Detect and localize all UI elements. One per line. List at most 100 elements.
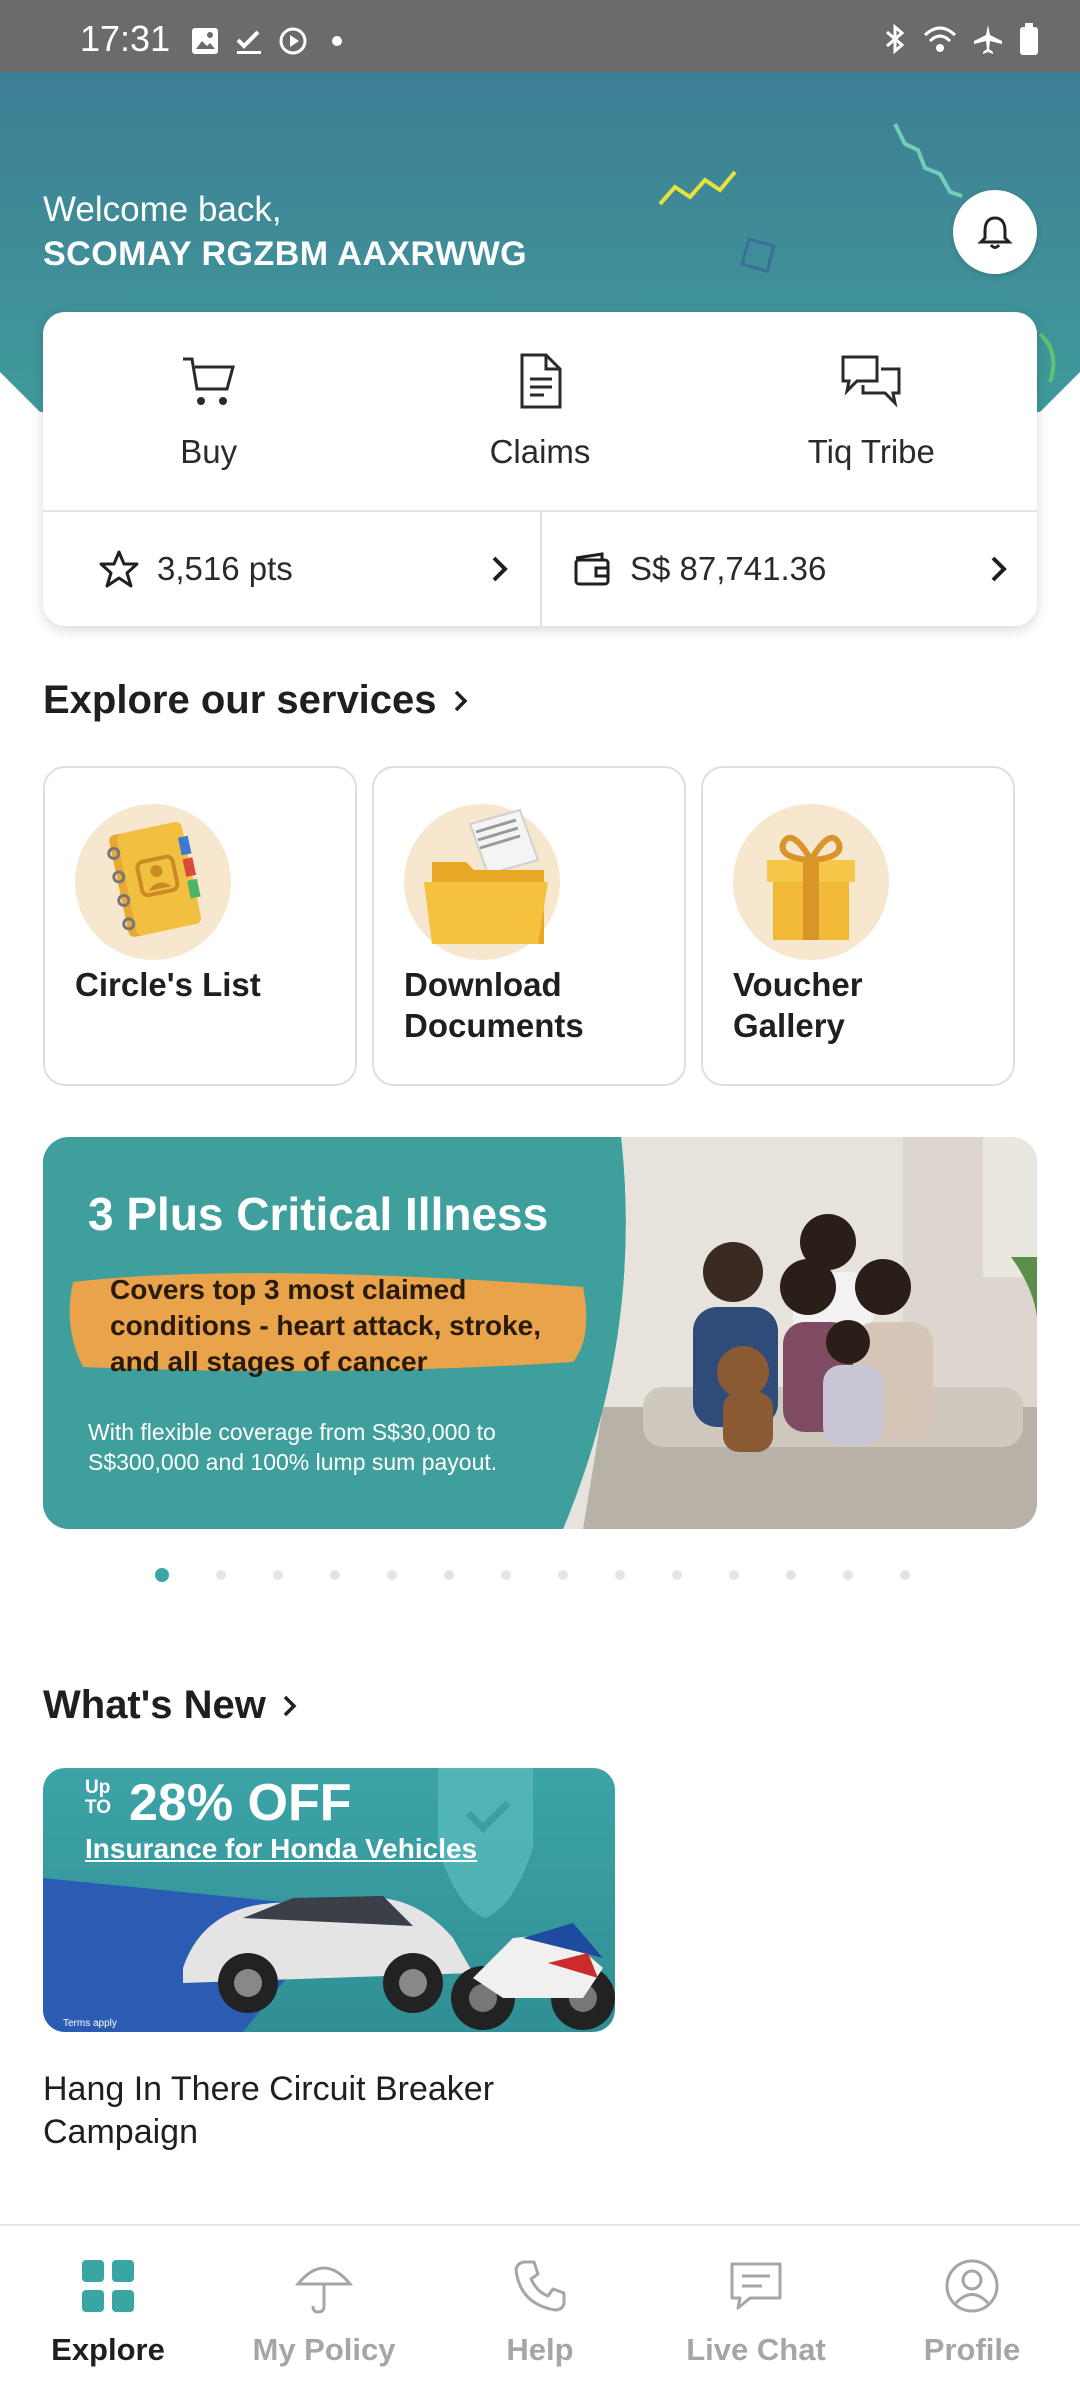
address-book-icon — [107, 822, 201, 937]
carousel-dot[interactable] — [501, 1570, 511, 1580]
promo-up-to: Up TO — [85, 1778, 111, 1818]
claims-label: Claims — [489, 433, 591, 470]
promo-discount: 28% OFF — [129, 1774, 352, 1832]
whats-new-caption[interactable]: Hang In There Circuit Breaker Campaign — [43, 2068, 603, 2154]
star-icon — [99, 550, 139, 588]
chevron-right-icon — [283, 1695, 297, 1716]
promo-subtitle: Insurance for Honda Vehicles — [85, 1833, 478, 1864]
nav-explore[interactable]: Explore — [0, 2226, 216, 2402]
promo-up: Up — [85, 1777, 111, 1798]
banner-subtext-line: With flexible coverage from S$30,000 to — [88, 1419, 496, 1445]
carousel-indicator[interactable] — [155, 1568, 910, 1582]
umbrella-icon — [294, 2266, 354, 2314]
service-label-line2: Gallery — [733, 1007, 845, 1044]
service-icon-bg — [75, 804, 231, 960]
dot-icon — [332, 36, 342, 46]
tiq-tribe-button[interactable]: Tiq Tribe — [706, 312, 1037, 510]
wallet-value: S$ 87,741.36 — [630, 550, 827, 587]
nav-label: Profile — [923, 2332, 1021, 2367]
nav-my-policy[interactable]: My Policy — [216, 2226, 432, 2402]
buy-label: Buy — [180, 433, 238, 470]
promo-banner-carousel[interactable]: 3 Plus Critical Illness Covers top 3 mos… — [43, 1137, 1037, 1529]
profile-icon — [945, 2259, 999, 2313]
notification-button[interactable] — [953, 190, 1037, 274]
chevron-right-icon — [454, 690, 468, 711]
nav-label: Explore — [51, 2332, 165, 2367]
nav-label: My Policy — [252, 2332, 396, 2367]
buy-button[interactable]: Buy — [43, 312, 374, 510]
service-label: Circle's List — [75, 964, 261, 1005]
points-row[interactable]: 3,516 pts — [43, 512, 540, 626]
chevron-right-icon — [991, 556, 1007, 582]
banner-highlight-line: Covers top 3 most claimed — [110, 1274, 467, 1305]
service-label: Download Documents — [404, 964, 584, 1046]
service-label-line1: Download — [404, 966, 562, 1003]
whats-new-header[interactable]: What's New — [43, 1683, 300, 1728]
gift-icon — [767, 834, 855, 940]
nav-live-chat[interactable]: Live Chat — [648, 2226, 864, 2402]
service-card-voucher-gallery[interactable]: Voucher Gallery — [701, 766, 1015, 1086]
welcome-text: Welcome back, — [43, 190, 282, 229]
banner-title: 3 Plus Critical Illness — [88, 1188, 549, 1240]
service-card-circles-list[interactable]: Circle's List — [43, 766, 357, 1086]
status-left-icons — [190, 26, 352, 56]
service-label: Voucher Gallery — [733, 964, 863, 1046]
wifi-icon — [923, 26, 957, 52]
nav-help[interactable]: Help — [432, 2226, 648, 2402]
document-icon — [520, 353, 562, 409]
record-icon — [279, 27, 307, 55]
phone-icon — [514, 2260, 566, 2312]
nav-label: Help — [506, 2332, 574, 2367]
carousel-dot[interactable] — [444, 1570, 454, 1580]
carousel-dot[interactable] — [786, 1570, 796, 1580]
whats-new-card[interactable]: Up TO 28% OFF Insurance for Honda Vehicl… — [43, 1768, 615, 2032]
explore-services-header[interactable]: Explore our services — [43, 678, 471, 723]
quick-actions: Buy Claims Tiq Tribe — [43, 312, 1037, 510]
bottom-navigation: Explore My Policy Help Live Chat Profile — [0, 2224, 1080, 2402]
chat-icon — [730, 2262, 782, 2310]
carousel-dot[interactable] — [672, 1570, 682, 1580]
carousel-dot[interactable] — [387, 1570, 397, 1580]
banner-subtext-line: S$300,000 and 100% lump sum payout. — [88, 1449, 498, 1475]
chevron-right-icon — [492, 556, 508, 582]
nav-profile[interactable]: Profile — [864, 2226, 1080, 2402]
explore-services-title: Explore our services — [43, 678, 437, 722]
service-label-line1: Circle's List — [75, 966, 261, 1003]
nav-label: Live Chat — [686, 2332, 826, 2367]
carousel-dot[interactable] — [900, 1570, 910, 1580]
tiq-tribe-label: Tiq Tribe — [807, 433, 935, 470]
user-name: SCOMAY RGZBM AAXRWWG — [43, 235, 528, 273]
status-bar: 17:31 — [0, 0, 1080, 72]
claims-button[interactable]: Claims — [374, 312, 705, 510]
status-time: 17:31 — [80, 18, 171, 59]
check-icon — [236, 30, 261, 54]
battery-icon — [1020, 23, 1038, 55]
whats-new-title: What's New — [43, 1683, 266, 1727]
banner-highlight-line: conditions - heart attack, stroke, — [110, 1310, 541, 1341]
promo-terms: Terms apply — [63, 2018, 117, 2029]
image-icon — [192, 28, 218, 54]
carousel-dot[interactable] — [273, 1570, 283, 1580]
grid-icon — [82, 2260, 134, 2312]
chat-bubbles-icon — [841, 355, 901, 408]
service-card-download-documents[interactable]: Download Documents — [372, 766, 686, 1086]
quick-actions-card: Buy Claims Tiq Tribe 3,516 pts S$ 87,741… — [43, 312, 1037, 626]
carousel-dot[interactable] — [615, 1570, 625, 1580]
bluetooth-icon — [886, 23, 905, 55]
service-label-line1: Voucher — [733, 966, 863, 1003]
carousel-dot[interactable] — [155, 1568, 169, 1582]
wallet-row[interactable]: S$ 87,741.36 — [542, 512, 1037, 626]
banner-subtext: With flexible coverage from S$30,000 to … — [88, 1417, 497, 1477]
status-right-icons — [882, 22, 1040, 56]
service-icon-bg — [404, 804, 560, 960]
carousel-dot[interactable] — [729, 1570, 739, 1580]
carousel-dot[interactable] — [216, 1570, 226, 1580]
points-value: 3,516 pts — [157, 550, 293, 587]
carousel-dot[interactable] — [558, 1570, 568, 1580]
promo-to: TO — [85, 1797, 112, 1818]
carousel-dot[interactable] — [330, 1570, 340, 1580]
carousel-dot[interactable] — [843, 1570, 853, 1580]
wallet-icon — [574, 552, 610, 586]
service-icon-bg — [733, 804, 889, 960]
folder-icon — [424, 808, 548, 944]
